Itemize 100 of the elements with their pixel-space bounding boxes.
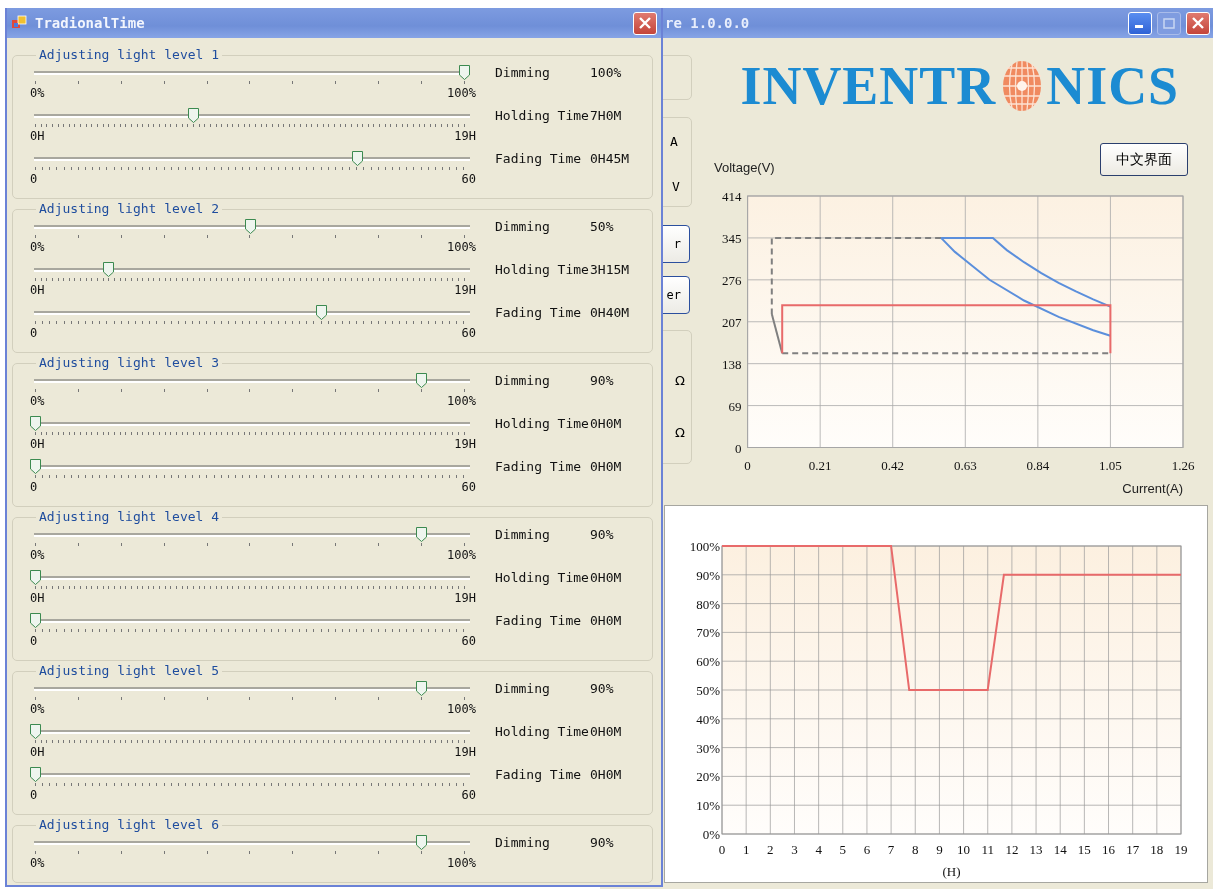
tick-label: 50% <box>696 683 720 698</box>
setting-value: 0H40M <box>590 305 631 322</box>
scale-label: 60 <box>461 172 476 186</box>
tick-label: 207 <box>722 314 742 330</box>
scale-label: 0H <box>30 437 45 451</box>
setting-value: 0H0M <box>590 613 623 630</box>
scale-label: 0 <box>30 788 38 802</box>
setting-label: Holding Time <box>495 724 590 741</box>
tick-label: 69 <box>728 398 742 414</box>
scale-label: 0H <box>30 283 45 297</box>
tick-label: 10 <box>957 842 971 857</box>
tick-label: 276 <box>722 272 742 288</box>
group-title: Adjusting light level 3 <box>38 355 220 371</box>
axis-label: (H) <box>942 864 961 879</box>
axis-label: Current(A) <box>1122 481 1183 496</box>
scale-label: 0 <box>30 172 38 186</box>
tick-label: 0.84 <box>1026 458 1050 473</box>
setting-label: Dimming <box>495 373 551 390</box>
setting-label: Holding Time <box>495 108 590 125</box>
scale-label: 100% <box>447 240 476 254</box>
setting-label: Fading Time <box>495 767 583 784</box>
unit-label: A <box>670 134 678 149</box>
scale-label: 0% <box>30 856 45 870</box>
tick-label: 1 <box>742 842 750 857</box>
axis-label: Voltage(V) <box>714 160 775 175</box>
tick-label: 90% <box>696 567 720 583</box>
setting-label: Holding Time <box>495 416 590 433</box>
window-title: TradionalTime <box>35 15 145 31</box>
tick-label: 0 <box>718 842 726 857</box>
tick-label: 20% <box>696 769 720 785</box>
tick-label: 5 <box>839 842 847 857</box>
scale-label: 0% <box>30 702 45 716</box>
setting-value: 0H0M <box>590 459 623 476</box>
setting-value: 100% <box>590 65 623 82</box>
scale-label: 19H <box>454 437 476 451</box>
tick-label: 0 <box>744 458 751 473</box>
setting-value: 90% <box>590 681 615 698</box>
scale-label: 0% <box>30 240 45 254</box>
scale-label: 19H <box>454 283 476 297</box>
tick-label: 100% <box>689 539 720 554</box>
group-title: Adjusting light level 4 <box>38 509 220 525</box>
setting-value: 90% <box>590 373 615 390</box>
tick-label: 16 <box>1102 842 1116 857</box>
tick-label: 414 <box>722 189 742 204</box>
scale-label: 19H <box>454 591 476 605</box>
tick-label: 70% <box>696 625 720 641</box>
tick-label: 12 <box>1005 842 1019 857</box>
tick-label: 17 <box>1126 842 1140 857</box>
tick-label: 0 <box>735 440 742 456</box>
scale-label: 100% <box>447 548 476 562</box>
scale-label: 0 <box>30 634 38 648</box>
setting-label: Holding Time <box>495 570 590 587</box>
scale-label: 60 <box>461 634 476 648</box>
tick-label: 80% <box>696 596 720 612</box>
group-title: Adjusting light level 2 <box>38 201 220 217</box>
setting-label: Dimming <box>495 681 551 698</box>
setting-label: Dimming <box>495 219 551 236</box>
setting-label: Fading Time <box>495 151 583 168</box>
tick-label: 8 <box>912 842 919 857</box>
scale-label: 0% <box>30 86 45 100</box>
unit-label: Ω <box>675 425 685 440</box>
tick-label: 6 <box>863 842 871 857</box>
setting-value: 0H0M <box>590 724 623 741</box>
scale-label: 0% <box>30 394 45 408</box>
setting-value: 3H15M <box>590 262 631 279</box>
setting-label: Holding Time <box>495 262 590 279</box>
tick-label: 7 <box>887 842 895 857</box>
tick-label: 19 <box>1174 842 1188 857</box>
tick-label: 9 <box>936 842 943 857</box>
setting-label: Dimming <box>495 835 551 852</box>
scale-label: 0H <box>30 591 45 605</box>
scale-label: 0 <box>30 326 38 340</box>
setting-label: Fading Time <box>495 459 583 476</box>
scale-label: 60 <box>461 326 476 340</box>
logo-text: NICS <box>1046 58 1179 113</box>
tick-label: 0.21 <box>808 458 832 473</box>
unit-label: Ω <box>675 373 685 388</box>
tick-label: 1.26 <box>1171 458 1195 473</box>
scale-label: 0H <box>30 129 45 143</box>
setting-label: Fading Time <box>495 305 583 322</box>
scale-label: 19H <box>454 745 476 759</box>
scale-label: 19H <box>454 129 476 143</box>
setting-value: 0H45M <box>590 151 631 168</box>
tick-label: 0.42 <box>881 458 905 473</box>
tick-label: 60% <box>696 654 720 670</box>
tick-label: 1.05 <box>1099 458 1122 473</box>
tick-label: 3 <box>791 842 798 857</box>
tick-label: 0% <box>702 827 720 842</box>
group-title: Adjusting light level 6 <box>38 817 220 833</box>
tick-label: 138 <box>722 356 742 372</box>
scale-label: 0% <box>30 548 45 562</box>
tick-label: 18 <box>1150 842 1164 857</box>
scale-label: 100% <box>447 86 476 100</box>
setting-value: 90% <box>590 527 615 544</box>
setting-value: 0H0M <box>590 416 623 433</box>
setting-value: 0H0M <box>590 767 623 784</box>
scale-label: 0 <box>30 480 38 494</box>
setting-value: 90% <box>590 835 615 852</box>
tick-label: 10% <box>696 798 720 814</box>
tick-label: 15 <box>1077 842 1091 857</box>
